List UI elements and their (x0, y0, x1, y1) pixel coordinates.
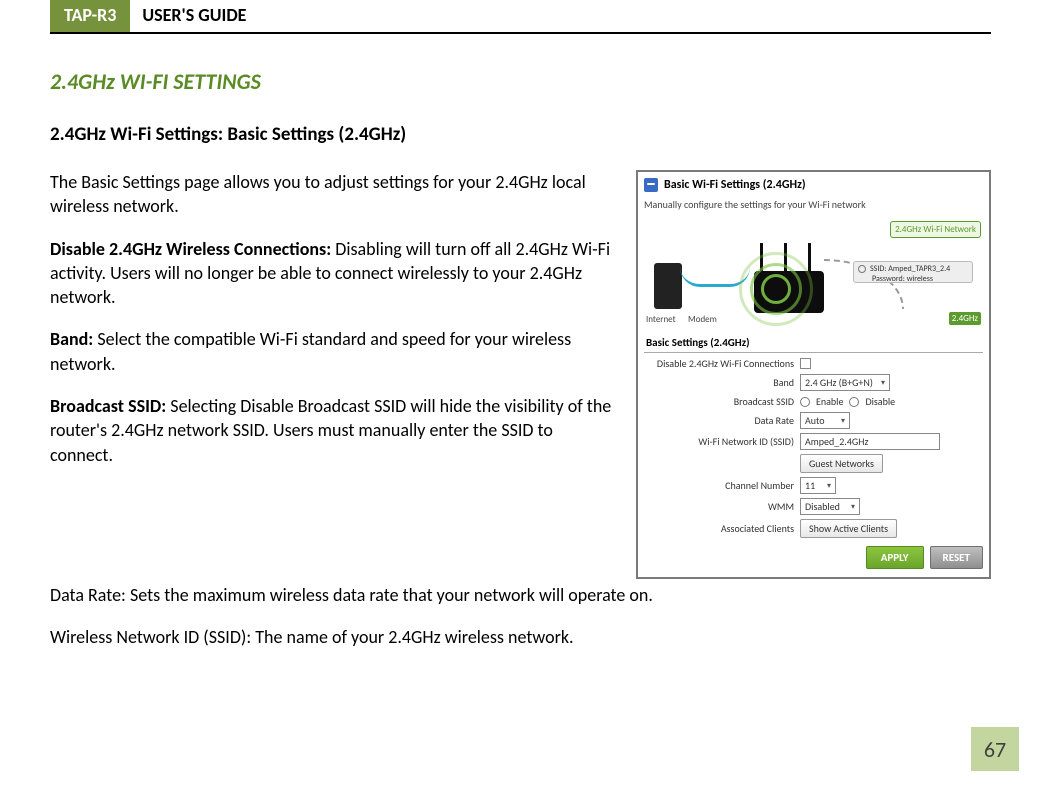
term-broadcast: Broadcast SSID: (50, 395, 170, 417)
broadcast-paragraph: Broadcast SSID: Selecting Disable Broadc… (50, 394, 618, 467)
modem-label: Modem (688, 314, 717, 325)
row-disable: Disable 2.4GHz Wi-Fi Connections (644, 357, 983, 370)
checkbox-disable[interactable] (800, 358, 811, 369)
input-ssid[interactable]: Amped_2.4GHz (800, 433, 940, 450)
chevron-down-icon: ▾ (827, 481, 831, 491)
row-channel: Channel Number 11▾ (644, 477, 983, 494)
select-channel[interactable]: 11▾ (800, 477, 836, 494)
screenshot-figure: Basic Wi-Fi Settings (2.4GHz) Manually c… (636, 170, 991, 579)
section-title: 2.4GHz WI-FI SETTINGS (50, 68, 991, 95)
row-broadcast: Broadcast SSID Enable Disable (644, 395, 983, 408)
label-broadcast: Broadcast SSID (644, 395, 794, 408)
select-band[interactable]: 2.4 GHz (B+G+N)▾ (800, 374, 890, 391)
disable-paragraph: Disable 2.4GHz Wireless Connections: Dis… (50, 237, 618, 310)
ssid-paragraph: Wireless Network ID (SSID): The name of … (50, 625, 991, 649)
product-tag: TAP-R3 (50, 0, 130, 32)
term-disable: Disable 2.4GHz Wireless Connections: (50, 238, 335, 260)
label-band: Band (644, 376, 794, 389)
label-clients: Associated Clients (644, 522, 794, 535)
reset-button[interactable]: RESET (930, 546, 983, 569)
select-wmm[interactable]: Disabled▾ (800, 498, 860, 515)
network-diagram: 2.4GHz Wi-Fi Network Internet Modem SSID… (644, 219, 983, 327)
radio-enable[interactable] (800, 397, 810, 407)
body-text: The Basic Settings page allows you to ad… (50, 170, 618, 485)
radio-disable[interactable] (849, 397, 859, 407)
select-datarate[interactable]: Auto▾ (800, 412, 850, 429)
modem-icon (654, 263, 682, 309)
row-ssid: Wi-Fi Network ID (SSID) Amped_2.4GHz (644, 433, 983, 450)
header-rule (50, 32, 991, 34)
datarate-paragraph: Data Rate: Sets the maximum wireless dat… (50, 583, 991, 607)
page-number: 67 (971, 727, 1019, 771)
row-guest: Guest Networks (644, 454, 983, 473)
term-datarate: Data Rate: (50, 584, 130, 606)
row-datarate: Data Rate Auto▾ (644, 412, 983, 429)
label-wmm: WMM (644, 500, 794, 513)
show-clients-button[interactable]: Show Active Clients (800, 519, 897, 538)
panel-title: Basic Settings (2.4GHz) (644, 333, 983, 353)
label-datarate: Data Rate (644, 414, 794, 427)
internet-label: Internet (646, 314, 676, 325)
header-bar: TAP-R3 USER'S GUIDE (50, 0, 991, 32)
doc-title: USER'S GUIDE (130, 0, 246, 32)
network-box-label: 2.4GHz Wi-Fi Network (890, 221, 981, 238)
antenna-icon (808, 243, 811, 273)
term-band: Band: (50, 328, 97, 350)
label-ssid: Wi-Fi Network ID (SSID) (644, 435, 794, 448)
row-clients: Associated Clients Show Active Clients (644, 519, 983, 538)
guest-networks-button[interactable]: Guest Networks (800, 454, 883, 473)
term-ssid: Wireless Network ID (SSID): (50, 626, 255, 648)
apply-button[interactable]: APPLY (866, 546, 924, 569)
label-channel: Channel Number (644, 479, 794, 492)
chevron-down-icon: ▾ (881, 378, 885, 388)
body-text-continued: Data Rate: Sets the maximum wireless dat… (50, 583, 991, 650)
wifi-settings-icon (644, 178, 658, 192)
figure-subtitle: Manually configure the settings for your… (644, 198, 983, 211)
row-band: Band 2.4 GHz (B+G+N)▾ (644, 374, 983, 391)
intro-paragraph: The Basic Settings page allows you to ad… (50, 170, 618, 219)
figure-title: Basic Wi-Fi Settings (2.4GHz) (664, 178, 806, 192)
band-tag: 2.4GHz (949, 312, 981, 325)
chevron-down-icon: ▾ (851, 502, 855, 512)
ssid-chip: SSID: Amped_TAPR3_2.4 Password: wireless (853, 261, 973, 283)
band-paragraph: Band: Select the compatible Wi-Fi standa… (50, 327, 618, 376)
row-wmm: WMM Disabled▾ (644, 498, 983, 515)
label-disable: Disable 2.4GHz Wi-Fi Connections (644, 357, 794, 370)
subsection-title: 2.4GHz Wi-Fi Settings: Basic Settings (2… (50, 123, 991, 146)
chevron-down-icon: ▾ (841, 416, 845, 426)
